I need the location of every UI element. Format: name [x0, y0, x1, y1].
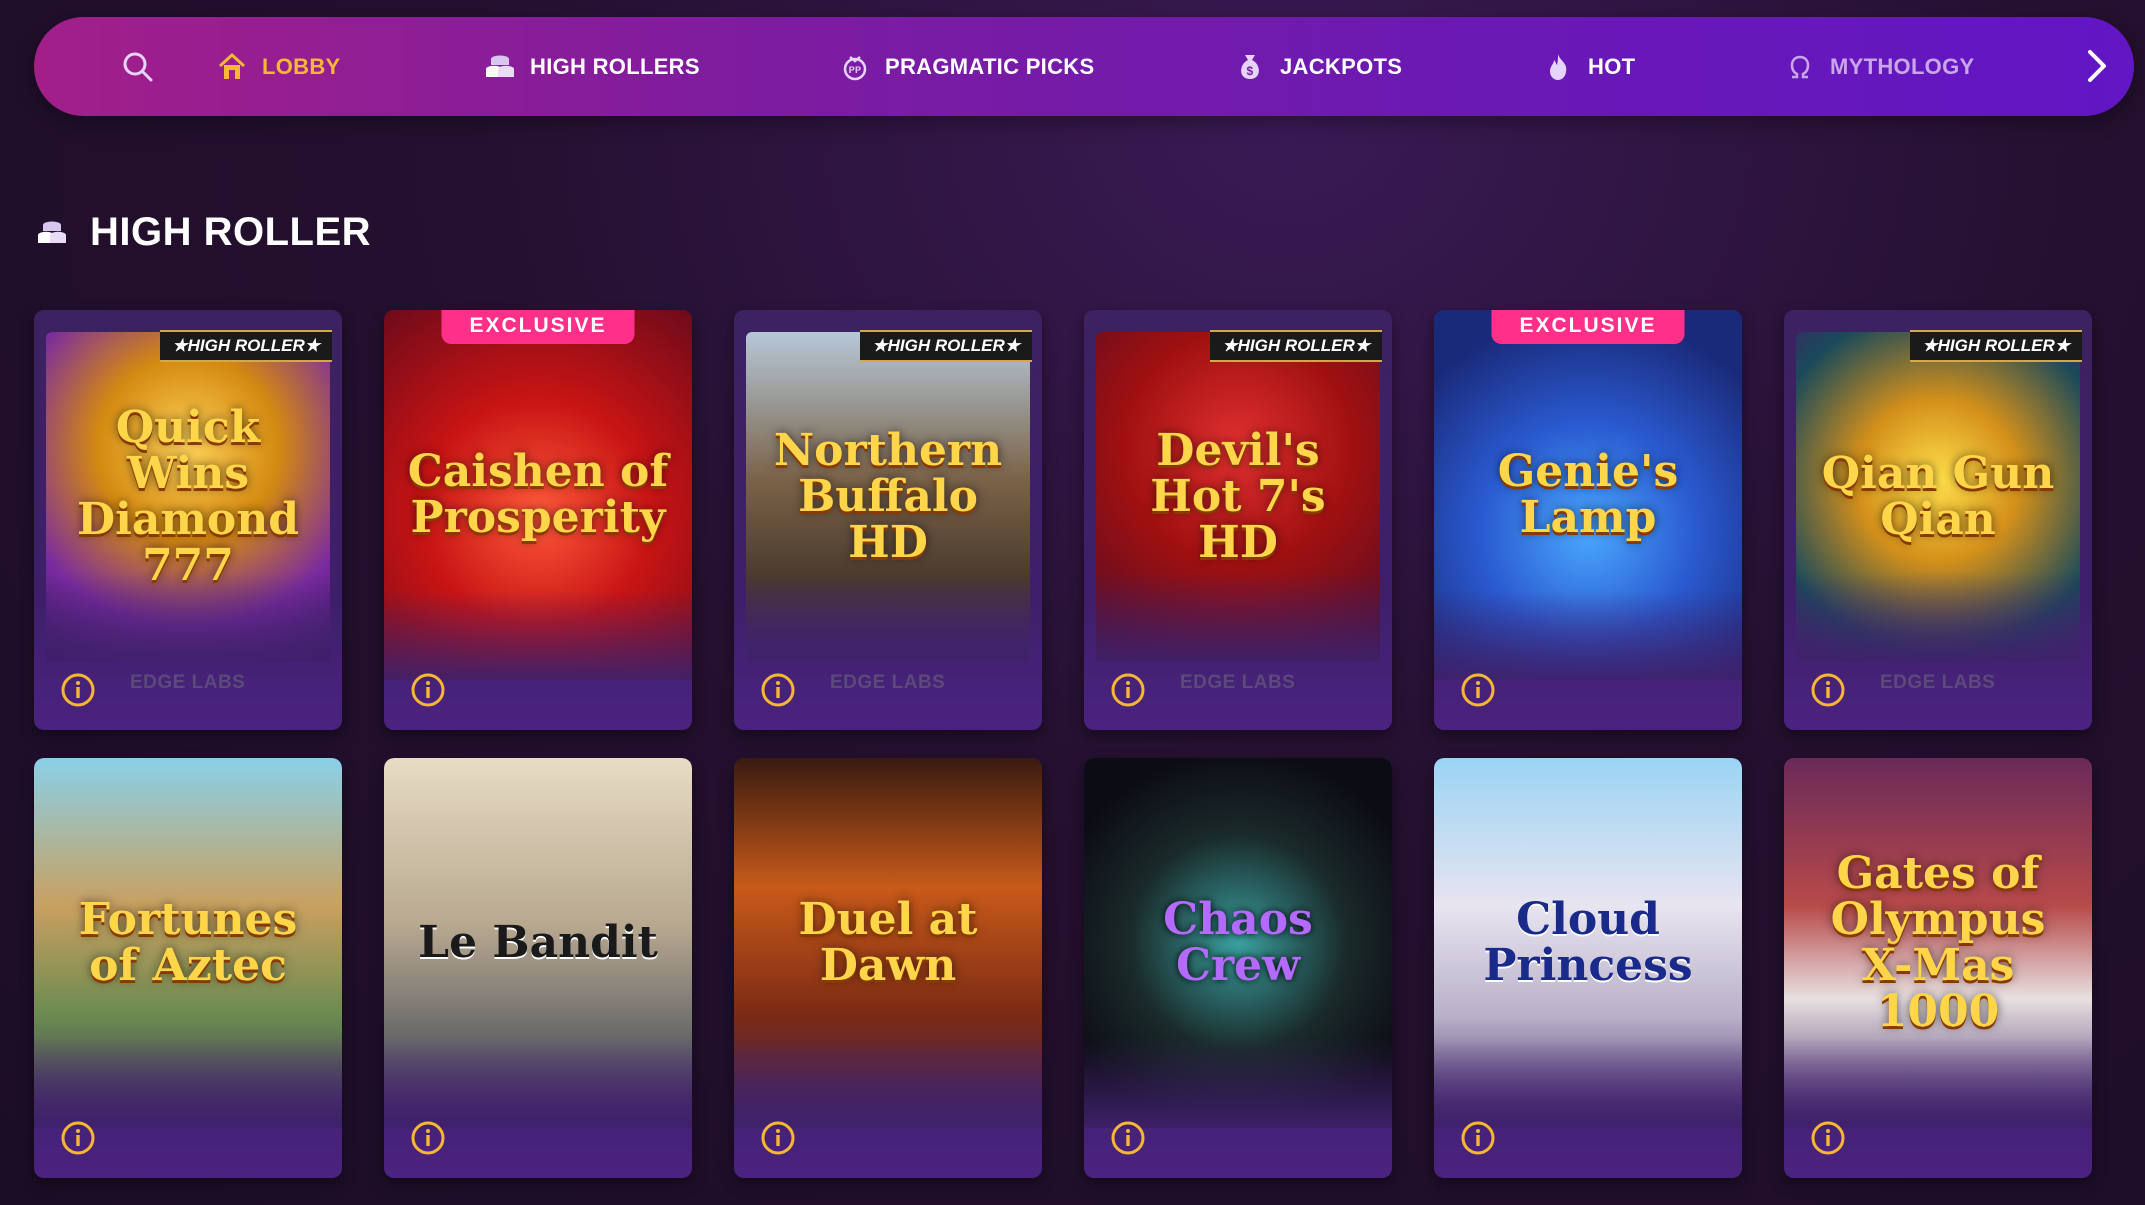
- info-icon[interactable]: [1810, 1120, 1846, 1156]
- game-card[interactable]: Caishen of Prosperity EXCLUSIVE: [384, 310, 692, 730]
- game-card[interactable]: Fortunes of Aztec: [34, 758, 342, 1178]
- pragmatic-icon: PP: [843, 55, 867, 80]
- svg-text:$: $: [1247, 64, 1254, 78]
- nav-item-label: PRAGMATIC PICKS: [885, 53, 1095, 79]
- chip-stack-icon: [486, 55, 514, 77]
- game-card[interactable]: Gates of Olympus X-Mas 1000: [1784, 758, 2092, 1178]
- section-header: HIGH ROLLER: [34, 210, 371, 255]
- game-thumbnail: Cloud Princess: [1434, 758, 1742, 1128]
- search-icon[interactable]: [118, 47, 158, 87]
- game-card[interactable]: Cloud Princess: [1434, 758, 1742, 1178]
- nav-item-lobby[interactable]: LOBBY: [216, 17, 341, 116]
- nav-item-high-rollers[interactable]: HIGH ROLLERS: [484, 17, 700, 116]
- high-roller-badge: ★HIGH ROLLER★: [160, 330, 332, 362]
- game-thumbnail: Quick Wins Diamond 777: [46, 332, 330, 662]
- nav-item-hot[interactable]: HOT: [1542, 17, 1635, 116]
- provider-label: EDGE LABS: [830, 672, 946, 693]
- game-thumbnail: Devil's Hot 7's HD: [1096, 332, 1380, 662]
- game-name: Devil's Hot 7's HD: [1150, 424, 1326, 569]
- flame-icon: [1550, 53, 1567, 80]
- money-bag-icon: $: [1241, 54, 1259, 79]
- provider-label: EDGE LABS: [130, 672, 246, 693]
- game-name: Duel at Dawn: [798, 893, 978, 991]
- game-card[interactable]: Northern Buffalo HD ★HIGH ROLLER★ EDGE L…: [734, 310, 1042, 730]
- game-name: Gates of Olympus X-Mas 1000: [1830, 847, 2046, 1038]
- omega-icon: [1790, 55, 1810, 78]
- info-icon[interactable]: [1460, 1120, 1496, 1156]
- game-card[interactable]: Quick Wins Diamond 777 ★HIGH ROLLER★ EDG…: [34, 310, 342, 730]
- nav-item-label: HOT: [1588, 53, 1636, 79]
- category-nav-bar: LOBBY HIGH ROLLERS PP PRAGMATIC PICKS $ …: [34, 17, 2134, 116]
- info-icon[interactable]: [410, 672, 446, 708]
- provider-label: EDGE LABS: [1180, 672, 1296, 693]
- chip-stack-icon: [38, 221, 66, 243]
- game-card[interactable]: Qian Gun Qian ★HIGH ROLLER★ EDGE LABS: [1784, 310, 2092, 730]
- game-name: Cloud Princess: [1483, 893, 1693, 991]
- chevron-right-icon[interactable]: [2074, 44, 2118, 88]
- game-name: Caishen of Prosperity: [407, 445, 669, 543]
- game-card[interactable]: Chaos Crew: [1084, 758, 1392, 1178]
- nav-item-label: JACKPOTS: [1280, 53, 1403, 79]
- nav-item-label: MYTHOLOGY: [1830, 53, 1975, 79]
- game-name: Northern Buffalo HD: [773, 424, 1003, 569]
- nav-item-mythology[interactable]: MYTHOLOGY: [1784, 17, 1974, 116]
- nav-item-pragmatic-picks[interactable]: PP PRAGMATIC PICKS: [839, 17, 1094, 116]
- home-icon: [218, 53, 246, 79]
- high-roller-badge: ★HIGH ROLLER★: [1210, 330, 1382, 362]
- nav-item-label: HIGH ROLLERS: [530, 53, 700, 79]
- section-title: HIGH ROLLER: [90, 210, 372, 254]
- game-thumbnail: Caishen of Prosperity: [384, 310, 692, 680]
- nav-item-label: LOBBY: [262, 53, 341, 79]
- info-icon[interactable]: [760, 1120, 796, 1156]
- game-card[interactable]: Genie's Lamp EXCLUSIVE: [1434, 310, 1742, 730]
- high-roller-badge: ★HIGH ROLLER★: [1910, 330, 2082, 362]
- info-icon[interactable]: [1460, 672, 1496, 708]
- game-thumbnail: Le Bandit: [384, 758, 692, 1128]
- game-thumbnail: Gates of Olympus X-Mas 1000: [1784, 758, 2092, 1128]
- info-icon[interactable]: [60, 1120, 96, 1156]
- info-icon[interactable]: [1810, 672, 1846, 708]
- game-thumbnail: Duel at Dawn: [734, 758, 1042, 1128]
- game-name: Genie's Lamp: [1497, 445, 1679, 543]
- game-thumbnail: Northern Buffalo HD: [746, 332, 1030, 662]
- info-icon[interactable]: [60, 672, 96, 708]
- game-thumbnail: Fortunes of Aztec: [34, 758, 342, 1128]
- info-icon[interactable]: [410, 1120, 446, 1156]
- game-name: Fortunes of Aztec: [78, 893, 298, 991]
- info-icon[interactable]: [1110, 1120, 1146, 1156]
- game-card[interactable]: Devil's Hot 7's HD ★HIGH ROLLER★ EDGE LA…: [1084, 310, 1392, 730]
- info-icon[interactable]: [760, 672, 796, 708]
- game-name: Quick Wins Diamond 777: [76, 401, 300, 592]
- exclusive-badge: EXCLUSIVE: [1491, 310, 1685, 344]
- info-icon[interactable]: [1110, 672, 1146, 708]
- high-roller-badge: ★HIGH ROLLER★: [860, 330, 1032, 362]
- game-card[interactable]: Le Bandit: [384, 758, 692, 1178]
- game-name: Chaos Crew: [1163, 893, 1313, 991]
- game-name: Qian Gun Qian: [1821, 447, 2055, 545]
- exclusive-badge: EXCLUSIVE: [441, 310, 635, 344]
- game-thumbnail: Qian Gun Qian: [1796, 332, 2080, 662]
- svg-text:PP: PP: [849, 65, 862, 75]
- nav-item-jackpots[interactable]: $ JACKPOTS: [1234, 17, 1402, 116]
- game-name: Le Bandit: [418, 916, 658, 968]
- game-thumbnail: Genie's Lamp: [1434, 310, 1742, 680]
- game-thumbnail: Chaos Crew: [1084, 758, 1392, 1128]
- provider-label: EDGE LABS: [1880, 672, 1996, 693]
- game-card[interactable]: Duel at Dawn: [734, 758, 1042, 1178]
